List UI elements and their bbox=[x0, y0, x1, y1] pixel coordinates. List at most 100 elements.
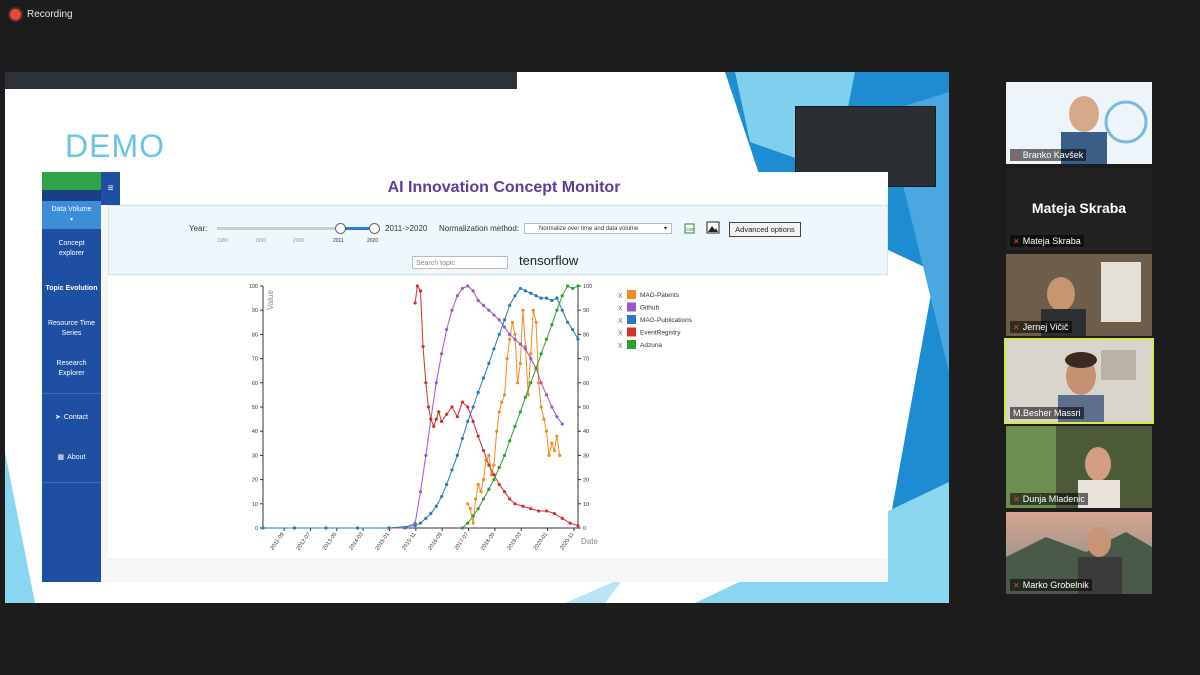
data-point bbox=[440, 494, 444, 499]
x-tick-label: 2015-11 bbox=[401, 532, 417, 552]
data-point bbox=[460, 286, 464, 291]
data-point bbox=[531, 308, 535, 312]
sidebar-item-resource-time-series[interactable]: Resource Time Series bbox=[42, 309, 101, 349]
legend-swatch bbox=[627, 327, 636, 337]
participant-tile[interactable]: ✕ Marko Grobelnik bbox=[1006, 512, 1152, 594]
data-point bbox=[552, 448, 556, 453]
data-point bbox=[513, 424, 517, 428]
participant-name-tag: ✕ Jernej Vičič bbox=[1010, 321, 1072, 333]
sidebar-item-label: Data Volume bbox=[51, 206, 92, 213]
data-point bbox=[513, 294, 517, 298]
data-point bbox=[476, 482, 480, 487]
search-topic-input[interactable]: Search topic bbox=[412, 256, 508, 269]
legend-swatch bbox=[627, 340, 636, 349]
data-point bbox=[429, 511, 433, 516]
data-point bbox=[460, 400, 464, 404]
csv-download-icon[interactable]: csv bbox=[684, 223, 696, 234]
data-point bbox=[518, 286, 522, 291]
year-tick: 1990 bbox=[255, 238, 267, 244]
participant-name: Dunja Mladenic bbox=[1022, 494, 1085, 504]
participant-name-tag: M.Besher Massri bbox=[1010, 407, 1084, 419]
sidebar-item-research-explorer[interactable]: Research Explorer bbox=[42, 349, 101, 389]
data-point bbox=[418, 289, 423, 293]
legend-remove-icon[interactable]: X bbox=[618, 343, 623, 350]
data-point bbox=[571, 327, 575, 332]
data-point bbox=[539, 405, 543, 409]
data-point bbox=[552, 511, 556, 516]
mic-muted-icon: ✕ bbox=[1013, 236, 1020, 246]
participant-tile-active-speaker[interactable]: M.Besher Massri bbox=[1004, 338, 1154, 424]
data-point bbox=[481, 448, 486, 453]
participant-name: M.Besher Massri bbox=[1013, 408, 1081, 418]
mic-muted-icon: ✕ bbox=[1013, 150, 1020, 160]
y-tick-label-right: 40 bbox=[583, 429, 589, 435]
data-point bbox=[550, 323, 554, 327]
sidebar-item-label: Research Explorer bbox=[56, 360, 87, 377]
app-title: AI Innovation Concept Monitor bbox=[120, 172, 888, 204]
mic-muted-icon: ✕ bbox=[1013, 322, 1020, 332]
participant-tile[interactable]: Mateja Skraba ✕ Mateja Skraba bbox=[1006, 168, 1152, 250]
y-tick-label: 70 bbox=[252, 357, 258, 363]
x-tick-label: 2018-05 bbox=[480, 532, 496, 552]
data-point bbox=[492, 478, 496, 482]
sidebar-item-about[interactable]: ▦ About bbox=[42, 438, 101, 478]
legend-remove-icon[interactable]: X bbox=[618, 331, 623, 338]
data-point bbox=[518, 410, 522, 414]
data-point bbox=[515, 381, 520, 385]
participant-tile[interactable]: ✕ Jernej Vičič bbox=[1006, 254, 1152, 336]
series-line bbox=[414, 284, 579, 527]
y-tick-label: 30 bbox=[252, 453, 258, 459]
sidebar-item-concept-explorer[interactable]: Concept explorer bbox=[42, 229, 101, 269]
legend-remove-icon[interactable]: X bbox=[618, 293, 623, 300]
sidebar-item-topic-evolution[interactable]: Topic Evolution bbox=[42, 269, 101, 309]
data-point bbox=[455, 294, 459, 298]
data-point bbox=[471, 419, 475, 424]
chart-container: 0 0 10 10 20 20 30 30 40 40 50 50 60 60 70 70 80 80 90 90 10… bbox=[108, 276, 888, 558]
year-slider-end-handle[interactable] bbox=[369, 223, 380, 234]
y-tick-label-right: 50 bbox=[583, 405, 589, 411]
year-tick: 2000 bbox=[293, 238, 305, 244]
y-tick-label-right: 10 bbox=[583, 502, 589, 508]
recording-indicator[interactable]: Recording bbox=[10, 9, 73, 20]
participant-tile[interactable]: ✕ Dunja Mladenic bbox=[1006, 426, 1152, 508]
image-download-icon[interactable] bbox=[706, 221, 720, 234]
legend-remove-icon[interactable]: X bbox=[618, 318, 623, 325]
x-tick-label: 2016-09 bbox=[427, 532, 443, 552]
data-point bbox=[495, 429, 499, 433]
year-slider-start-handle[interactable] bbox=[335, 223, 346, 234]
sidebar-item-contact[interactable]: ➤ Contact bbox=[42, 398, 101, 438]
data-point bbox=[568, 521, 572, 525]
data-point bbox=[476, 507, 480, 511]
legend-remove-icon[interactable]: X bbox=[618, 306, 623, 313]
normalization-select[interactable]: Normalize over time and data volume ▾ bbox=[524, 223, 672, 234]
y-tick-label: 60 bbox=[252, 381, 258, 387]
data-point bbox=[434, 417, 438, 421]
data-point bbox=[460, 436, 464, 441]
data-point bbox=[503, 490, 507, 494]
data-point bbox=[460, 526, 464, 530]
data-point bbox=[497, 318, 501, 322]
menu-toggle-button[interactable]: ≡ bbox=[101, 172, 120, 205]
y-tick-label-right: 100 bbox=[583, 284, 592, 290]
normalization-value: Normalize over time and data volume bbox=[539, 226, 639, 232]
x-tick-label: 2011-09 bbox=[269, 532, 285, 552]
data-point bbox=[424, 381, 428, 385]
concept-monitor-app: Data Volume ▾ Concept explorer Topic Evo… bbox=[42, 172, 888, 582]
data-point bbox=[455, 415, 459, 419]
data-point bbox=[521, 504, 525, 508]
y-tick-label: 90 bbox=[252, 308, 258, 314]
data-point bbox=[544, 296, 549, 300]
data-point bbox=[500, 400, 504, 404]
data-point bbox=[445, 412, 449, 416]
data-point bbox=[576, 523, 580, 528]
data-point bbox=[481, 376, 486, 380]
sidebar-item-data-volume[interactable]: Data Volume ▾ bbox=[42, 201, 101, 229]
participant-name-tag: ✕ Mateja Skraba bbox=[1010, 235, 1084, 247]
participant-tile[interactable]: ✕ Branko Kavšek bbox=[1006, 82, 1152, 164]
shared-screen: DEMO Data Volume ▾ Concept explorer Topi… bbox=[5, 72, 949, 603]
data-point bbox=[513, 337, 517, 341]
advanced-options-button[interactable]: Advanced options bbox=[729, 222, 801, 237]
data-point bbox=[558, 453, 562, 457]
data-point bbox=[544, 429, 549, 433]
legend-label: Adzuna bbox=[640, 342, 662, 349]
